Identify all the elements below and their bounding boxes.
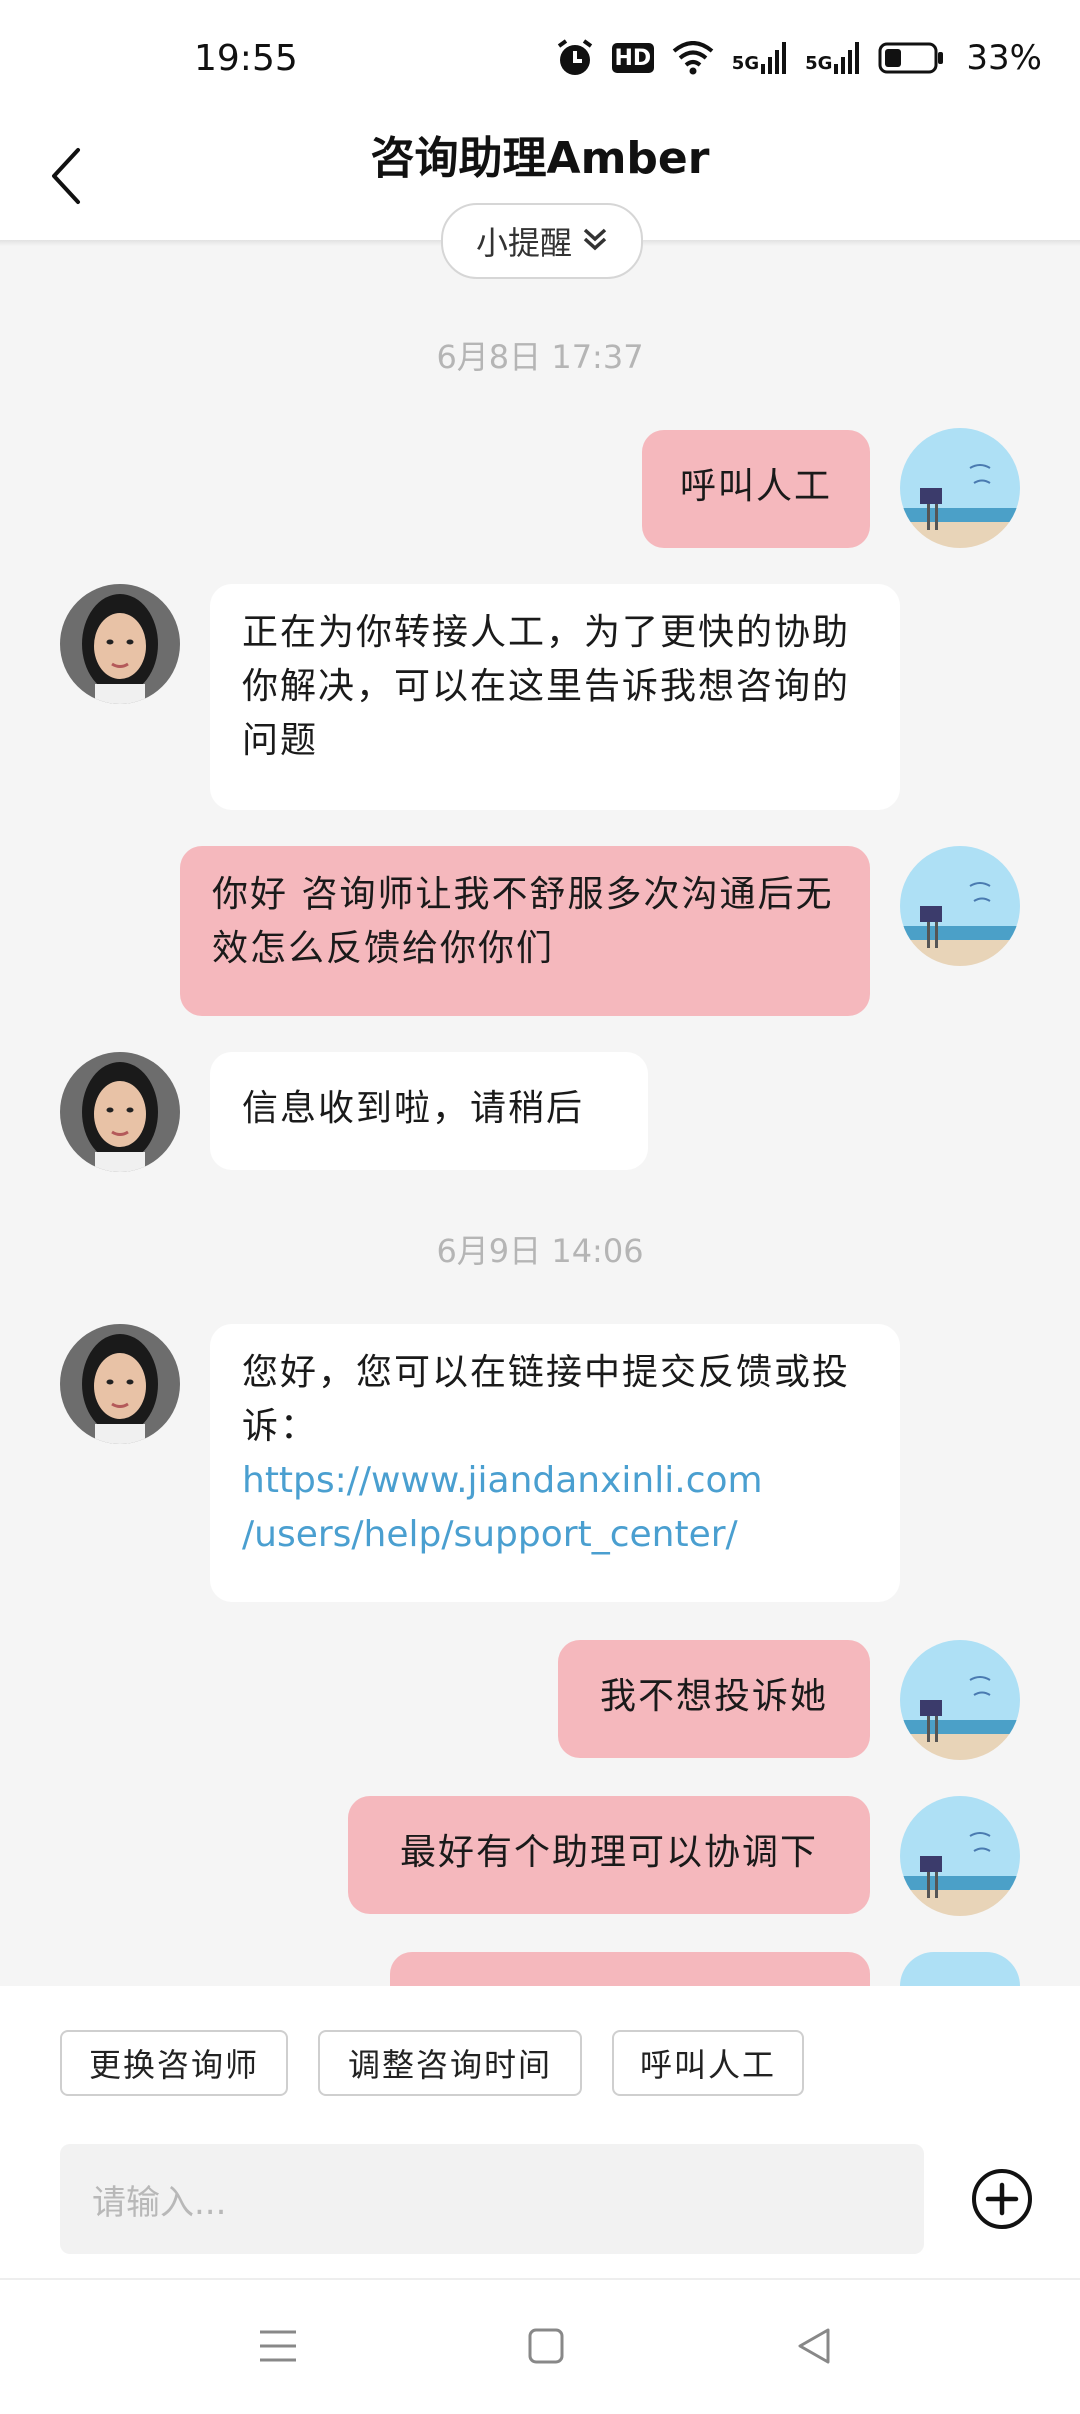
support-link[interactable]: /users/help/support_center/ xyxy=(242,1508,868,1562)
alarm-icon xyxy=(556,38,594,78)
avatar-self[interactable] xyxy=(900,1796,1020,1916)
wifi-icon xyxy=(672,41,714,75)
hd-icon: HD xyxy=(611,43,654,73)
avatar-self[interactable] xyxy=(900,846,1020,966)
battery-icon xyxy=(878,42,944,74)
received-message[interactable]: 您好，您可以在链接中提交反馈或投诉： https://www.jiandanxi… xyxy=(210,1324,900,1602)
status-time: 19:55 xyxy=(194,38,298,79)
menu-icon xyxy=(258,2328,298,2368)
tips-button[interactable]: 小提醒 xyxy=(441,203,643,279)
quick-reply-adjust-time[interactable]: 调整咨询时间 xyxy=(318,2030,582,2096)
tips-label: 小提醒 xyxy=(475,224,572,262)
quick-reply-change-counselor[interactable]: 更换咨询师 xyxy=(60,2030,288,2096)
avatar-self[interactable] xyxy=(900,1952,1020,1986)
home-square-icon xyxy=(527,2327,565,2369)
quick-reply-call-human[interactable]: 呼叫人工 xyxy=(612,2030,804,2096)
avatar-assistant[interactable] xyxy=(60,1052,180,1172)
5g-signal-icon: 5G xyxy=(805,42,860,74)
timestamp: 6月9日 14:06 xyxy=(436,1232,644,1270)
avatar-self[interactable] xyxy=(900,1640,1020,1760)
status-bar: 19:55 HD 5G 5G 33% xyxy=(0,0,1080,110)
timestamp: 6月8日 17:37 xyxy=(436,338,644,376)
home-button[interactable] xyxy=(516,2318,576,2378)
received-message[interactable]: 信息收到啦，请稍后 xyxy=(210,1052,648,1170)
sent-message[interactable]: 最好有个助理可以协调下 xyxy=(348,1796,870,1914)
sent-message[interactable]: 呼叫人工 xyxy=(642,430,870,548)
avatar-assistant[interactable] xyxy=(60,1324,180,1444)
double-chevron-down-icon xyxy=(582,222,608,260)
input-panel: 更换咨询师 调整咨询时间 呼叫人工 请输入... xyxy=(0,1986,1080,2278)
battery-percent: 33% xyxy=(966,38,1042,78)
sent-message[interactable]: 我不想投诉她 xyxy=(558,1640,870,1758)
5g-signal-icon: 5G xyxy=(732,42,787,74)
back-nav-button[interactable] xyxy=(784,2318,844,2378)
add-button[interactable] xyxy=(970,2167,1034,2231)
page-title: 咨询助理Amber xyxy=(370,133,710,184)
sent-message[interactable]: 你好 咨询师让我不舒服多次沟通后无效怎么反馈给你你们 xyxy=(180,846,870,1016)
status-icons: HD 5G 5G 33% xyxy=(556,36,1042,80)
back-triangle-icon xyxy=(794,2326,834,2370)
received-message[interactable]: 正在为你转接人工，为了更快的协助你解决，可以在这里告诉我想咨询的问题 xyxy=(210,584,900,810)
support-link[interactable]: https://www.jiandanxinli.com xyxy=(242,1454,868,1508)
system-nav-bar xyxy=(0,2278,1080,2414)
avatar-self[interactable] xyxy=(900,428,1020,548)
menu-button[interactable] xyxy=(248,2318,308,2378)
message-text: 您好，您可以在链接中提交反馈或投诉： xyxy=(242,1352,851,1447)
message-input[interactable]: 请输入... xyxy=(60,2144,924,2254)
avatar-assistant[interactable] xyxy=(60,584,180,704)
plus-circle-icon xyxy=(970,2169,1034,2235)
